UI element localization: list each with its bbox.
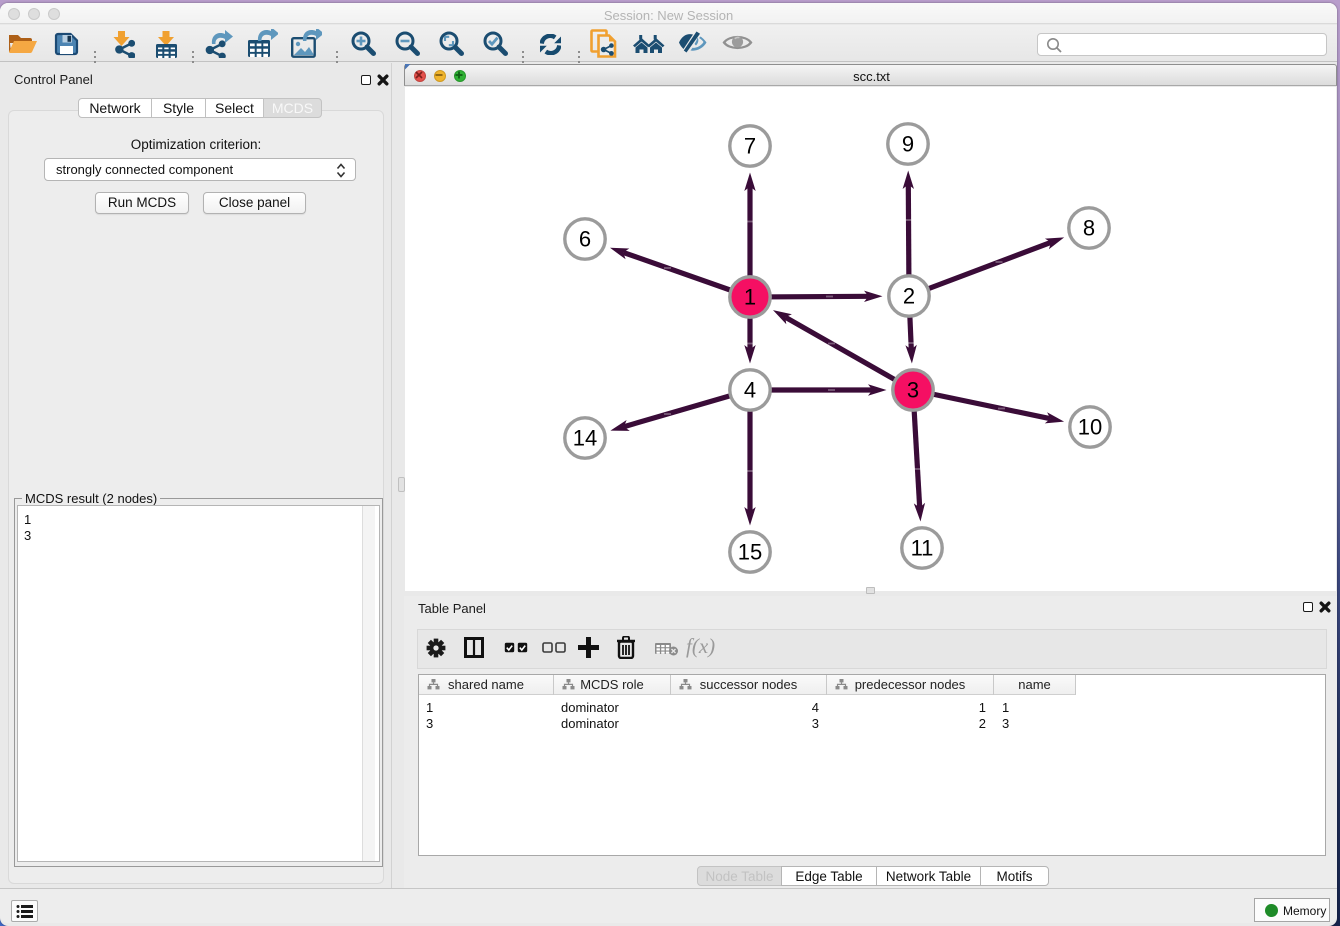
svg-text:7: 7	[744, 134, 756, 159]
svg-text:4: 4	[744, 378, 756, 403]
svg-text:1: 1	[744, 285, 756, 310]
svg-text:14: 14	[573, 426, 597, 451]
svg-text:2: 2	[903, 284, 915, 309]
svg-text:8: 8	[1083, 216, 1095, 241]
svg-text:3: 3	[907, 378, 919, 403]
svg-text:6: 6	[579, 227, 591, 252]
svg-text:10: 10	[1078, 415, 1102, 440]
svg-text:11: 11	[911, 536, 934, 561]
svg-text:15: 15	[738, 540, 762, 565]
svg-text:9: 9	[902, 132, 914, 157]
